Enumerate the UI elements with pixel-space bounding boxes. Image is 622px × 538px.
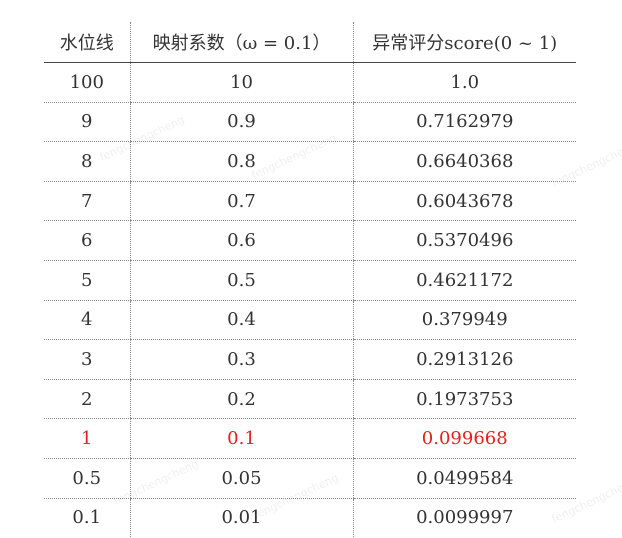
cell-water-level: 6 bbox=[44, 220, 130, 261]
table-row: 6 0.6 0.5370496 bbox=[44, 220, 576, 261]
cell-anomaly-score: 0.0499584 bbox=[352, 458, 576, 499]
table-row-highlighted: 1 0.1 0.099668 bbox=[44, 418, 576, 459]
header-anomaly-score: 异常评分score(0 ~ 1) bbox=[352, 22, 576, 63]
cell-anomaly-score: 0.099668 bbox=[352, 418, 576, 459]
cell-anomaly-score: 0.0099997 bbox=[352, 498, 576, 538]
cell-mapping-coefficient: 10 bbox=[129, 62, 353, 103]
header-water-level: 水位线 bbox=[44, 22, 130, 63]
cell-anomaly-score: 0.5370496 bbox=[352, 220, 576, 261]
cell-water-level: 1 bbox=[44, 418, 130, 459]
score-table-container: 水位线 映射系数（ω = 0.1） 异常评分score(0 ~ 1) 100 1… bbox=[44, 22, 576, 538]
cell-mapping-coefficient: 0.5 bbox=[129, 260, 353, 301]
table-row: 0.5 0.05 0.0499584 bbox=[44, 458, 576, 499]
cell-anomaly-score: 0.6043678 bbox=[352, 181, 576, 222]
cell-water-level: 2 bbox=[44, 379, 130, 420]
cell-water-level: 8 bbox=[44, 141, 130, 182]
cell-water-level: 9 bbox=[44, 102, 130, 143]
table-row: 7 0.7 0.6043678 bbox=[44, 181, 576, 222]
cell-anomaly-score: 0.2913126 bbox=[352, 339, 576, 380]
cell-anomaly-score: 0.379949 bbox=[352, 300, 576, 341]
cell-mapping-coefficient: 0.4 bbox=[129, 300, 353, 341]
cell-mapping-coefficient: 0.3 bbox=[129, 339, 353, 380]
cell-anomaly-score: 1.0 bbox=[352, 62, 576, 103]
cell-anomaly-score: 0.4621172 bbox=[352, 260, 576, 301]
cell-water-level: 0.5 bbox=[44, 458, 130, 499]
cell-mapping-coefficient: 0.2 bbox=[129, 379, 353, 420]
table-row: 9 0.9 0.7162979 bbox=[44, 102, 576, 143]
table-row: 4 0.4 0.379949 bbox=[44, 300, 576, 341]
header-mapping-coefficient: 映射系数（ω = 0.1） bbox=[129, 22, 353, 63]
cell-anomaly-score: 0.1973753 bbox=[352, 379, 576, 420]
cell-water-level: 7 bbox=[44, 181, 130, 222]
cell-mapping-coefficient: 0.1 bbox=[129, 418, 353, 459]
cell-water-level: 5 bbox=[44, 260, 130, 301]
header-row: 水位线 映射系数（ω = 0.1） 异常评分score(0 ~ 1) bbox=[44, 22, 576, 63]
cell-mapping-coefficient: 0.9 bbox=[129, 102, 353, 143]
cell-water-level: 0.1 bbox=[72, 507, 102, 529]
table-row: 5 0.5 0.4621172 bbox=[44, 260, 576, 301]
cell-anomaly-score: 0.7162979 bbox=[352, 102, 576, 143]
table-row: 3 0.3 0.2913126 bbox=[44, 339, 576, 380]
cell-mapping-coefficient: 0.6 bbox=[129, 220, 353, 261]
cell-mapping-coefficient: 0.05 bbox=[129, 458, 353, 499]
table-body: 100 10 1.0 9 0.9 0.7162979 8 0.8 0.66403… bbox=[44, 62, 576, 538]
cell-mapping-coefficient: 0.01 bbox=[129, 498, 353, 538]
cell-water-level: 100 bbox=[44, 62, 130, 103]
cell-water-level: 4 bbox=[44, 300, 130, 341]
cell-anomaly-score: 0.6640368 bbox=[352, 141, 576, 182]
cell-mapping-coefficient: 0.7 bbox=[129, 181, 353, 222]
table-header: 水位线 映射系数（ω = 0.1） 异常评分score(0 ~ 1) bbox=[44, 22, 576, 63]
cell-water-level: 3 bbox=[44, 339, 130, 380]
table-row: 100 10 1.0 bbox=[44, 62, 576, 103]
score-table: 水位线 映射系数（ω = 0.1） 异常评分score(0 ~ 1) 100 1… bbox=[44, 22, 576, 538]
cell-mapping-coefficient: 0.8 bbox=[129, 141, 353, 182]
table-row: 2 0.2 0.1973753 bbox=[44, 379, 576, 420]
table-row: 0.1 0.01 0.0099997 bbox=[44, 498, 576, 538]
table-row: 8 0.8 0.6640368 bbox=[44, 141, 576, 182]
